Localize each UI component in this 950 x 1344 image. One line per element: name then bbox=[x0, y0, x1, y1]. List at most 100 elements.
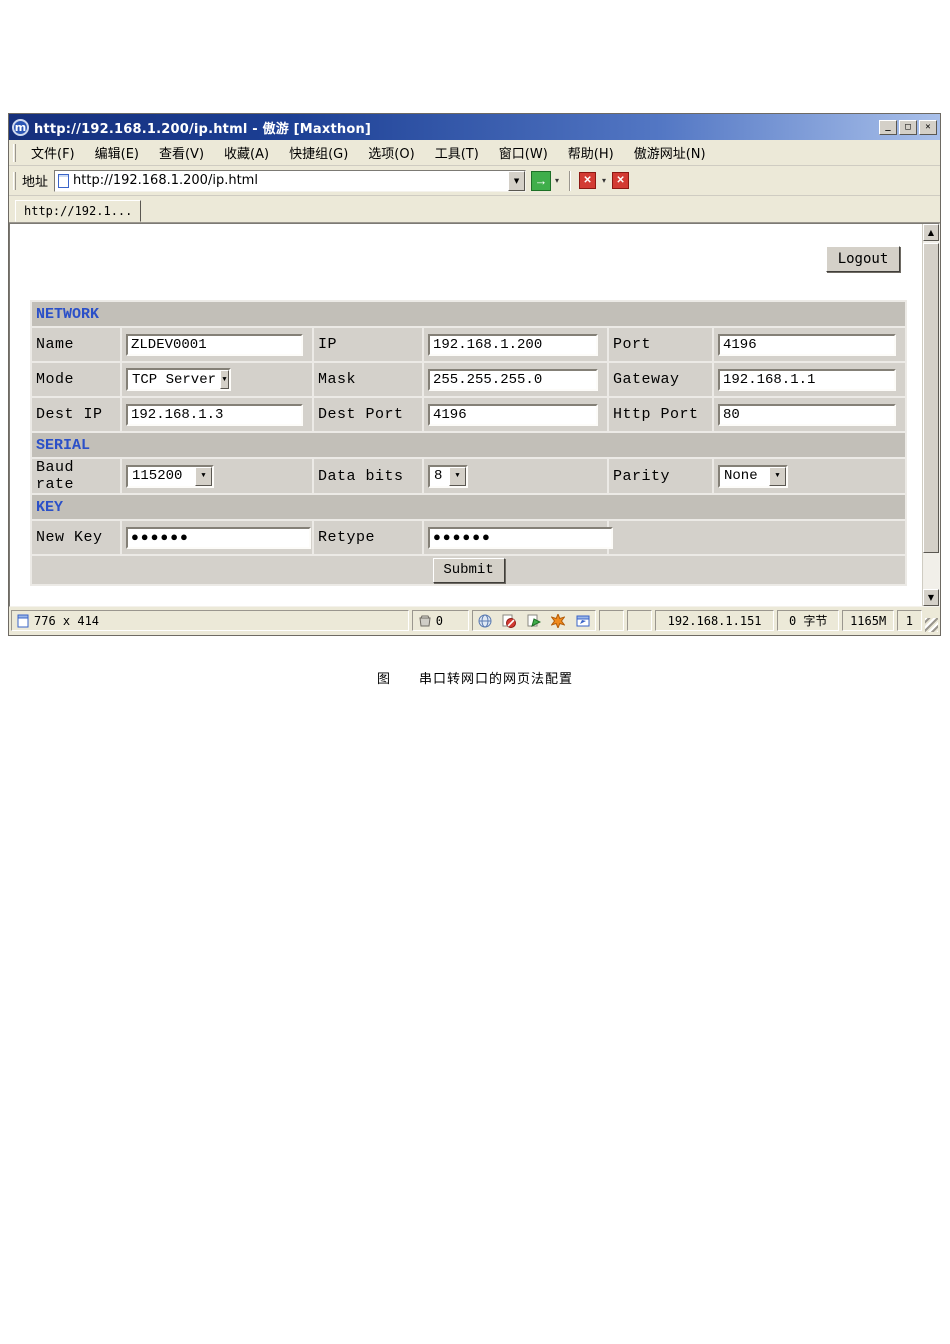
parity-select[interactable]: None ▼ bbox=[718, 464, 788, 488]
menu-tools[interactable]: 工具(T) bbox=[426, 140, 488, 165]
window-controls: _ □ ✕ bbox=[879, 119, 937, 135]
toolbar-separator bbox=[569, 170, 572, 191]
dropdown-icon: ▼ bbox=[195, 466, 212, 486]
name-label: Name bbox=[30, 326, 122, 363]
maxthon-logo-icon: m bbox=[12, 118, 29, 136]
scroll-up-button[interactable]: ▲ bbox=[923, 224, 939, 241]
bytes-panel: 0 字节 bbox=[776, 610, 840, 631]
menu-groups[interactable]: 快捷组(G) bbox=[280, 140, 357, 165]
proxy-globe-icon[interactable] bbox=[478, 614, 492, 628]
section-header-key: KEY bbox=[29, 493, 908, 521]
local-ip-text: 192.168.1.151 bbox=[667, 613, 762, 628]
content-block-icon[interactable] bbox=[502, 614, 517, 628]
popup-blocker-panel[interactable]: 0 bbox=[411, 610, 469, 631]
close-all-button[interactable]: ✕ bbox=[612, 172, 630, 189]
browser-window: m http://192.168.1.200/ip.html - 傲游 [Max… bbox=[8, 113, 941, 636]
http-port-input[interactable] bbox=[718, 403, 896, 426]
menu-edit[interactable]: 编辑(E) bbox=[86, 140, 148, 165]
submit-button[interactable]: Submit bbox=[432, 557, 505, 583]
page-icon bbox=[58, 173, 70, 188]
tab-current[interactable]: http://192.1... bbox=[15, 200, 142, 222]
section-header-serial: SERIAL bbox=[29, 431, 908, 459]
address-dropdown-button[interactable]: ▼ bbox=[508, 170, 526, 191]
port-input[interactable] bbox=[718, 333, 896, 356]
data-bits-label: Data bits bbox=[312, 457, 424, 495]
status-spacer-panel bbox=[598, 610, 625, 631]
menu-favorites[interactable]: 收藏(A) bbox=[215, 140, 278, 165]
external-window-icon[interactable] bbox=[576, 614, 590, 628]
menu-view[interactable]: 查看(V) bbox=[150, 140, 213, 165]
scroll-thumb[interactable] bbox=[923, 243, 939, 553]
mode-label: Mode bbox=[30, 361, 122, 398]
menu-bar: 文件(F) 编辑(E) 查看(V) 收藏(A) 快捷组(G) 选项(O) 工具(… bbox=[9, 140, 940, 166]
mask-label: Mask bbox=[312, 361, 424, 398]
mask-input[interactable] bbox=[428, 368, 598, 391]
section-header-network: NETWORK bbox=[29, 300, 908, 328]
tab-count-text: 1 bbox=[905, 613, 913, 628]
close-button[interactable]: ✕ bbox=[919, 119, 937, 135]
gateway-input[interactable] bbox=[718, 368, 896, 391]
dest-port-input[interactable] bbox=[428, 403, 598, 426]
page-canvas: m http://192.168.1.200/ip.html - 傲游 [Max… bbox=[0, 0, 950, 1344]
empty-cell bbox=[606, 519, 908, 556]
port-label: Port bbox=[607, 326, 714, 363]
menu-options[interactable]: 选项(O) bbox=[359, 140, 423, 165]
scroll-down-button[interactable]: ▼ bbox=[923, 589, 939, 606]
menu-file[interactable]: 文件(F) bbox=[22, 140, 84, 165]
web-page: Logout NETWORK Name IP Port bbox=[10, 224, 922, 606]
trash-icon bbox=[418, 614, 432, 627]
address-combo: ▼ bbox=[54, 169, 527, 192]
stop-button[interactable]: ✕ bbox=[579, 172, 597, 189]
go-dropdown-arrow[interactable]: ▾ bbox=[551, 176, 563, 185]
new-key-input[interactable] bbox=[126, 526, 311, 549]
status-bar: 776 x 414 0 192.168.1.151 0 字节 1165M 1 bbox=[9, 607, 940, 635]
dest-ip-label: Dest IP bbox=[30, 396, 122, 433]
toolbar-grip[interactable] bbox=[13, 171, 16, 190]
retype-label: Retype bbox=[312, 519, 424, 556]
menu-window[interactable]: 窗口(W) bbox=[490, 140, 557, 165]
status-icons-panel bbox=[471, 610, 596, 631]
memory-text: 1165M bbox=[850, 613, 887, 628]
parity-label: Parity bbox=[607, 457, 714, 495]
maximize-button[interactable]: □ bbox=[899, 119, 917, 135]
tab-count-panel: 1 bbox=[896, 610, 922, 631]
dest-port-label: Dest Port bbox=[312, 396, 424, 433]
retype-input[interactable] bbox=[428, 526, 613, 549]
stop-dropdown-arrow[interactable]: ▾ bbox=[598, 176, 610, 185]
name-input[interactable] bbox=[126, 333, 303, 356]
refresh-page-icon[interactable] bbox=[527, 614, 541, 628]
document-icon bbox=[17, 614, 30, 628]
logout-button[interactable]: Logout bbox=[826, 246, 900, 272]
data-bits-select[interactable]: 8 ▼ bbox=[428, 464, 468, 488]
tab-bar: http://192.1... bbox=[9, 196, 940, 223]
mode-select[interactable]: TCP Server ▼ bbox=[126, 368, 231, 391]
address-input[interactable] bbox=[73, 171, 509, 190]
content-area: Logout NETWORK Name IP Port bbox=[9, 223, 940, 607]
scroll-track[interactable] bbox=[923, 553, 939, 589]
window-title: http://192.168.1.200/ip.html - 傲游 [Maxth… bbox=[34, 121, 372, 137]
memory-panel: 1165M bbox=[842, 610, 894, 631]
dropdown-icon: ▼ bbox=[769, 466, 786, 486]
resize-grip[interactable] bbox=[924, 618, 938, 632]
dropdown-icon: ▼ bbox=[220, 370, 229, 389]
toolbar-grip[interactable] bbox=[13, 143, 16, 162]
menu-help[interactable]: 帮助(H) bbox=[559, 140, 623, 165]
new-key-label: New Key bbox=[30, 519, 122, 556]
menu-maxthon-sites[interactable]: 傲游网址(N) bbox=[625, 140, 715, 165]
go-button[interactable]: → bbox=[531, 170, 552, 191]
ip-label: IP bbox=[312, 326, 424, 363]
address-label: 地址 bbox=[22, 175, 49, 190]
vertical-scrollbar[interactable]: ▲ ▼ bbox=[922, 224, 939, 606]
local-ip-panel: 192.168.1.151 bbox=[655, 610, 774, 631]
minimize-button[interactable]: _ bbox=[879, 119, 897, 135]
dest-ip-input[interactable] bbox=[126, 403, 303, 426]
status-spacer-panel bbox=[627, 610, 653, 631]
ip-input[interactable] bbox=[428, 333, 598, 356]
baud-rate-select[interactable]: 115200 ▼ bbox=[126, 464, 214, 488]
flash-filter-icon[interactable] bbox=[551, 613, 566, 628]
baud-rate-label: Baud rate bbox=[30, 457, 122, 495]
figure-caption: 图 串口转网口的网页法配置 bbox=[376, 672, 573, 687]
title-bar: m http://192.168.1.200/ip.html - 傲游 [Max… bbox=[9, 114, 940, 140]
address-bar: 地址 ▼ → ▾ ✕ ▾ ✕ bbox=[9, 166, 940, 196]
gateway-label: Gateway bbox=[607, 361, 714, 398]
